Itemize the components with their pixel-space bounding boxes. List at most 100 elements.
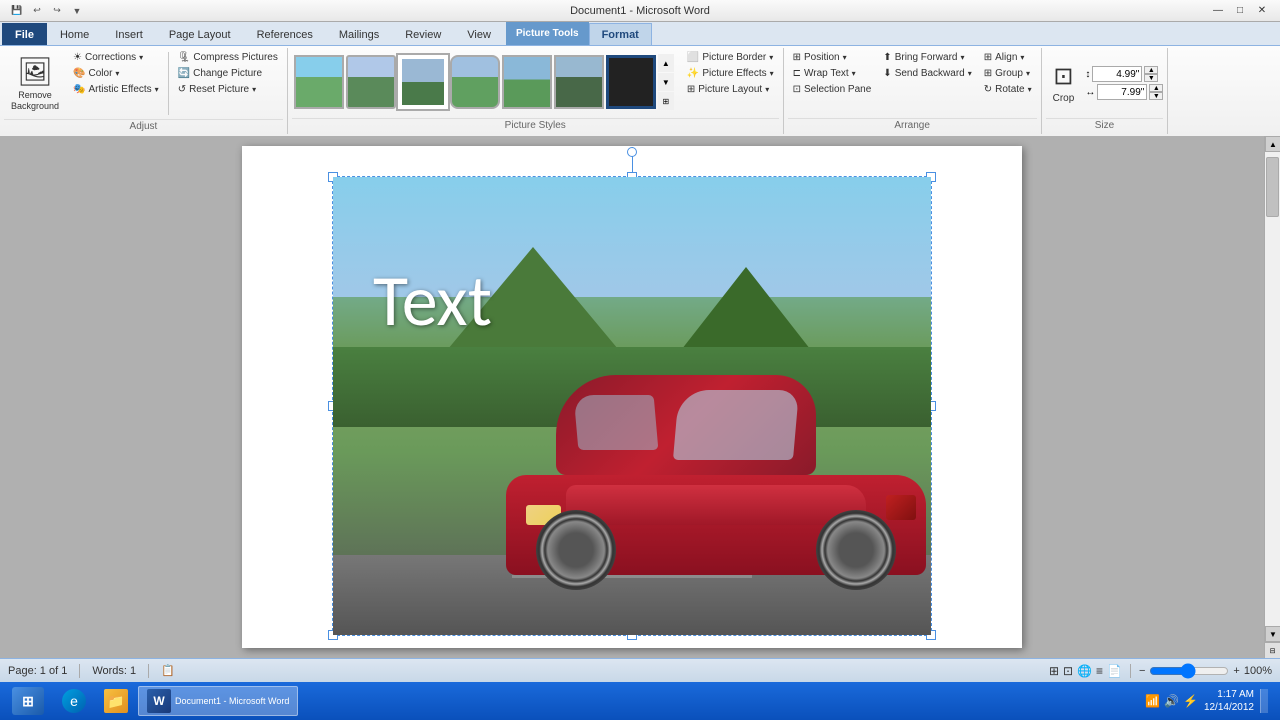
status-sep-2 [148, 664, 149, 678]
selected-image[interactable]: Text [332, 176, 932, 636]
scroll-thumb[interactable] [1266, 157, 1279, 217]
taskbar-right: 📶 🔊 ⚡ 1:17 AM 12/14/2012 [1137, 688, 1276, 714]
width-up-btn[interactable]: ▲ [1149, 84, 1163, 92]
view-outline-btn[interactable]: ≡ [1096, 664, 1103, 678]
undo-quick-btn[interactable]: ↩ [28, 2, 46, 20]
picture-layout-btn[interactable]: ⊞ Picture Layout ▾ [682, 82, 779, 97]
redo-quick-btn[interactable]: ↪ [48, 2, 66, 20]
picture-border-btn[interactable]: ⬜ Picture Border ▾ [682, 50, 779, 65]
width-input[interactable] [1097, 84, 1147, 100]
word-taskbar-btn[interactable]: W Document1 - Microsoft Word [138, 686, 298, 716]
tab-file[interactable]: File [2, 23, 47, 45]
corrections-btn[interactable]: ☀ Corrections ▾ [68, 50, 164, 65]
ribbon-tab-bar: File Home Insert Page Layout References … [0, 22, 1280, 46]
tab-review[interactable]: Review [392, 23, 454, 45]
picture-styles-content: ▲ ▼ ⊞ ⬜ Picture Border ▾ ✨ Picture Effec… [292, 50, 779, 116]
expand-view-btn[interactable]: ⊟ [1265, 642, 1280, 658]
zoom-out-btn[interactable]: − [1139, 665, 1145, 677]
view-fullscreen-btn[interactable]: ⊡ [1063, 664, 1073, 678]
customize-quick-btn[interactable]: ▼ [68, 2, 86, 20]
document-scroll[interactable]: Text [0, 136, 1264, 658]
scroll-down-btn[interactable]: ▼ [1265, 626, 1280, 642]
rotate-btn[interactable]: ↻ Rotate ▾ [979, 82, 1037, 97]
proofing-icon[interactable]: 📋 [161, 664, 175, 677]
image-content: Text [333, 177, 931, 635]
border-label: Picture Border [702, 52, 766, 63]
page-info: Page: 1 of 1 [8, 665, 67, 677]
change-picture-btn[interactable]: 🔄 Change Picture [173, 66, 283, 81]
scroll-up-btn[interactable]: ▲ [1265, 136, 1280, 152]
view-print-btn[interactable]: ⊞ [1049, 664, 1059, 678]
view-draft-btn[interactable]: 📄 [1107, 664, 1122, 678]
styles-down-btn[interactable]: ▼ [658, 73, 674, 91]
windshield [673, 390, 799, 460]
folder-taskbar-btn[interactable]: 📁 [96, 686, 136, 716]
quick-access-bar: 💾 ↩ ↪ ▼ [8, 2, 86, 20]
ie-taskbar-btn[interactable]: e [54, 686, 94, 716]
picture-effects-btn[interactable]: ✨ Picture Effects ▾ [682, 66, 779, 81]
compress-btn[interactable]: 🗜 Compress Pictures [173, 50, 283, 65]
send-backward-label: Send Backward [895, 68, 965, 79]
show-desktop-btn[interactable] [1260, 689, 1268, 713]
styles-expand-btn[interactable]: ⊞ [658, 92, 674, 110]
style-thumb-1[interactable] [294, 55, 344, 109]
size-content: ⊡ Crop ↕ ▲ ▼ ↔ ▲ ▼ [1046, 50, 1164, 116]
reset-picture-btn[interactable]: ↺ Reset Picture ▾ [173, 82, 283, 97]
save-quick-btn[interactable]: 💾 [8, 2, 26, 20]
group-arrow: ▾ [1026, 69, 1030, 78]
zoom-slider[interactable] [1149, 665, 1229, 677]
artistic-effects-btn[interactable]: 🎭 Artistic Effects ▾ [68, 82, 164, 97]
width-down-btn[interactable]: ▼ [1149, 92, 1163, 100]
start-btn[interactable]: ⊞ [4, 686, 52, 716]
effects-label: Picture Effects [702, 68, 766, 79]
arrange-col2: ⬆ Bring Forward ▾ ⬇ Send Backward ▾ [878, 50, 976, 81]
position-btn[interactable]: ⊞ Position ▾ [788, 50, 877, 65]
align-btn[interactable]: ⊞ Align ▾ [979, 50, 1037, 65]
taskbar: ⊞ e 📁 W Document1 - Microsoft Word 📶 🔊 ⚡… [0, 682, 1280, 720]
wrap-text-btn[interactable]: ⊏ Wrap Text ▾ [788, 66, 877, 81]
color-btn[interactable]: 🎨 Color ▾ [68, 66, 164, 81]
align-label: Align [995, 52, 1017, 63]
window-title: Document1 - Microsoft Word [570, 5, 710, 17]
height-up-btn[interactable]: ▲ [1144, 66, 1158, 74]
artistic-label: Artistic Effects [89, 84, 152, 95]
zoom-in-btn[interactable]: + [1233, 665, 1239, 677]
style-thumb-4[interactable] [450, 55, 500, 109]
system-clock[interactable]: 1:17 AM 12/14/2012 [1204, 688, 1254, 714]
remove-background-btn[interactable]: 🖼 RemoveBackground [4, 50, 66, 117]
rotate-handle[interactable] [627, 147, 637, 157]
tab-view[interactable]: View [454, 23, 504, 45]
style-thumb-6[interactable] [554, 55, 604, 109]
volume-icon[interactable]: 🔊 [1164, 694, 1179, 708]
group-btn[interactable]: ⊞ Group ▾ [979, 66, 1037, 81]
tab-home[interactable]: Home [47, 23, 102, 45]
tab-references[interactable]: References [244, 23, 326, 45]
tab-format[interactable]: Format [589, 23, 652, 45]
style-thumb-5[interactable] [502, 55, 552, 109]
maximize-btn[interactable]: □ [1230, 3, 1250, 19]
style-thumb-3[interactable] [398, 55, 448, 109]
tab-page-layout[interactable]: Page Layout [156, 23, 244, 45]
selection-pane-btn[interactable]: ⊡ Selection Pane [788, 82, 877, 97]
tab-mailings[interactable]: Mailings [326, 23, 392, 45]
color-arrow: ▾ [115, 69, 119, 78]
height-down-btn[interactable]: ▼ [1144, 74, 1158, 82]
style-thumb-7[interactable] [606, 55, 656, 109]
artistic-icon: 🎭 [73, 84, 85, 95]
crop-btn[interactable]: ⊡ Crop [1046, 57, 1082, 109]
height-input[interactable] [1092, 66, 1142, 82]
close-btn[interactable]: ✕ [1252, 3, 1272, 19]
send-backward-btn[interactable]: ⬇ Send Backward ▾ [878, 66, 976, 81]
crop-icon: ⊡ [1053, 62, 1073, 91]
network-icon[interactable]: 📶 [1145, 694, 1160, 708]
wheel-right [816, 510, 896, 590]
tab-insert[interactable]: Insert [102, 23, 156, 45]
styles-up-btn[interactable]: ▲ [658, 54, 674, 72]
picture-styles-group: ▲ ▼ ⊞ ⬜ Picture Border ▾ ✨ Picture Effec… [288, 48, 784, 134]
view-web-btn[interactable]: 🌐 [1077, 664, 1092, 678]
bring-forward-btn[interactable]: ⬆ Bring Forward ▾ [878, 50, 976, 65]
width-row: ↔ ▲ ▼ [1085, 84, 1163, 100]
style-thumb-2[interactable] [346, 55, 396, 109]
bring-forward-arrow: ▾ [961, 53, 965, 62]
minimize-btn[interactable]: — [1208, 3, 1228, 19]
